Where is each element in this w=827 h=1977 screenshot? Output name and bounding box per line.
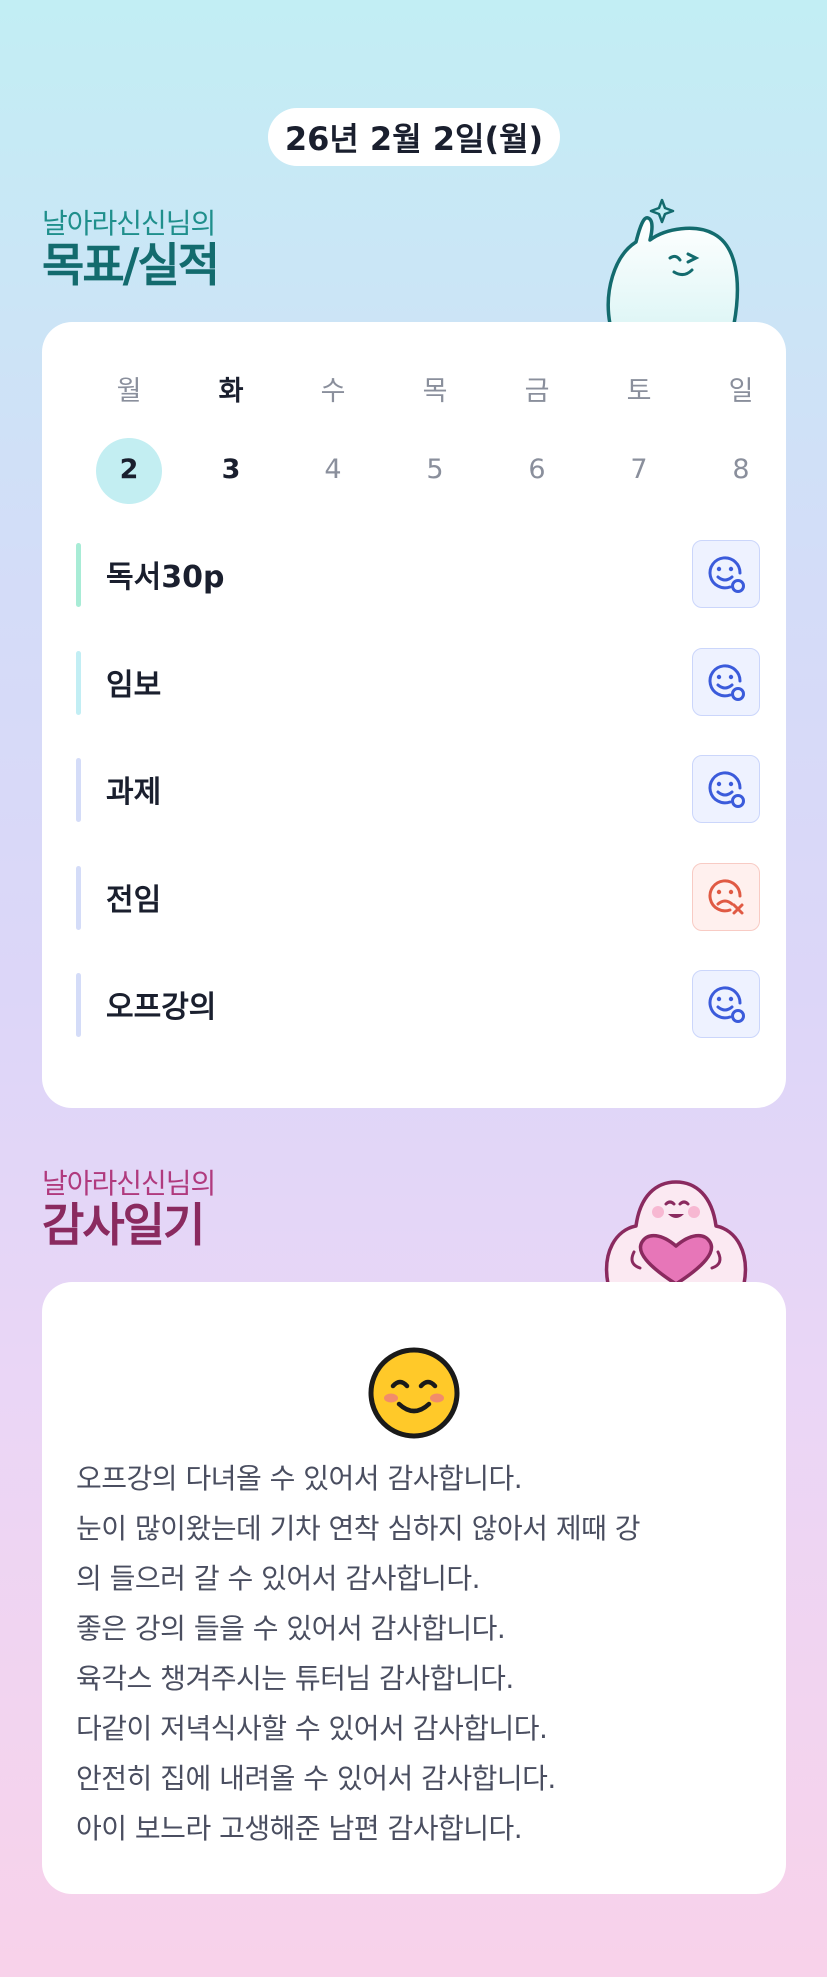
smile-check-icon[interactable]: [692, 970, 760, 1038]
goal-color-bar: [76, 973, 81, 1037]
diary-line: 눈이 많이왔는데 기차 연착 심하지 않아서 제때 강: [76, 1512, 641, 1545]
smile-check-icon[interactable]: [692, 755, 760, 823]
date-number: 2: [119, 454, 139, 485]
diary-line: 좋은 강의 들을 수 있어서 감사합니다.: [76, 1612, 506, 1645]
goal-color-bar: [76, 758, 81, 822]
smile-check-icon[interactable]: [692, 647, 760, 716]
date-number: 5: [426, 454, 444, 485]
goal-label: 전임: [106, 882, 162, 918]
diary-line: 아이 보느라 고생해준 남편 감사합니다.: [76, 1812, 523, 1845]
thanks-title: 감사일기: [42, 1198, 205, 1252]
thanks-subtitle: 날아라신신님의: [42, 1167, 216, 1200]
diary-line: 의 들으러 갈 수 있어서 감사합니다.: [76, 1562, 481, 1595]
date-number: 4: [324, 454, 342, 485]
goal-item[interactable]: 임보: [76, 647, 760, 716]
diary-line: 다같이 저녁식사할 수 있어서 감사합니다.: [76, 1712, 548, 1745]
goal-label: 독서30p: [106, 560, 225, 595]
goal-color-bar: [76, 865, 81, 930]
weekday-label: 수: [320, 376, 346, 407]
goal-label: 오프강의: [106, 990, 217, 1025]
goals-title: 목표/실적: [42, 238, 220, 292]
date-number: 6: [528, 454, 546, 485]
goal-item[interactable]: 과제: [76, 755, 760, 823]
gratitude-diary-text: 오프강의 다녀올 수 있어서 감사합니다. 눈이 많이왔는데 기차 연착 심하지…: [76, 1454, 766, 1854]
date-cell[interactable]: 8: [690, 438, 792, 502]
goals-section-title: 날아라신신님의 목표/실적: [42, 207, 220, 292]
weekday-label: 월: [116, 376, 142, 407]
smiling-face-emoji-icon: [368, 1347, 460, 1439]
gratitude-card: 오프강의 다녀올 수 있어서 감사합니다. 눈이 많이왔는데 기차 연착 심하지…: [42, 1282, 786, 1894]
goal-color-bar: [76, 650, 81, 715]
goal-item[interactable]: 오프강의: [76, 970, 760, 1038]
goal-item[interactable]: 전임: [76, 862, 760, 931]
date-cell[interactable]: 4: [282, 438, 384, 502]
date-pill[interactable]: 26년 2월 2일(월): [268, 108, 560, 166]
date-cell[interactable]: 6: [486, 438, 588, 502]
goal-label: 과제: [106, 775, 162, 810]
weekday-label: 목: [422, 376, 448, 407]
weekday-label: 화: [218, 376, 244, 407]
date-number: 3: [221, 454, 241, 485]
goals-card: 월 화 수 목 금 토 일 2 3 4 5 6 7 8 독서30p 임보 과제 …: [42, 322, 786, 1108]
mascot-thumbs-up-icon: [606, 198, 740, 324]
diary-line: 육각스 챙겨주시는 튜터님 감사합니다.: [76, 1662, 514, 1695]
date-cell[interactable]: 5: [384, 438, 486, 502]
diary-line: 안전히 집에 내려올 수 있어서 감사합니다.: [76, 1762, 556, 1795]
mascot-heart-icon: [604, 1180, 748, 1284]
date-cell[interactable]: 7: [588, 438, 690, 502]
sad-x-icon[interactable]: [692, 862, 760, 931]
goal-item[interactable]: 독서30p: [76, 540, 760, 608]
weekday-label: 금: [524, 376, 550, 407]
diary-line: 오프강의 다녀올 수 있어서 감사합니다.: [76, 1462, 523, 1495]
date-number: 8: [732, 454, 750, 485]
goal-label: 임보: [106, 667, 162, 703]
date-cell[interactable]: 3: [180, 438, 282, 502]
smile-check-icon[interactable]: [692, 540, 760, 608]
current-date: 26년 2월 2일(월): [284, 120, 544, 158]
date-cell-selected[interactable]: 2: [78, 438, 180, 504]
goal-color-bar: [76, 543, 81, 607]
week-calendar: 월 화 수 목 금 토 일 2 3 4 5 6 7 8: [78, 372, 792, 504]
weekday-label: 토: [626, 376, 652, 407]
weekday-label: 일: [728, 376, 754, 407]
date-number: 7: [630, 454, 648, 485]
goal-list: 독서30p 임보 과제 전임 오프강의: [76, 540, 760, 1078]
goals-subtitle: 날아라신신님의: [42, 207, 216, 240]
thanks-section-title: 날아라신신님의 감사일기: [42, 1167, 216, 1252]
